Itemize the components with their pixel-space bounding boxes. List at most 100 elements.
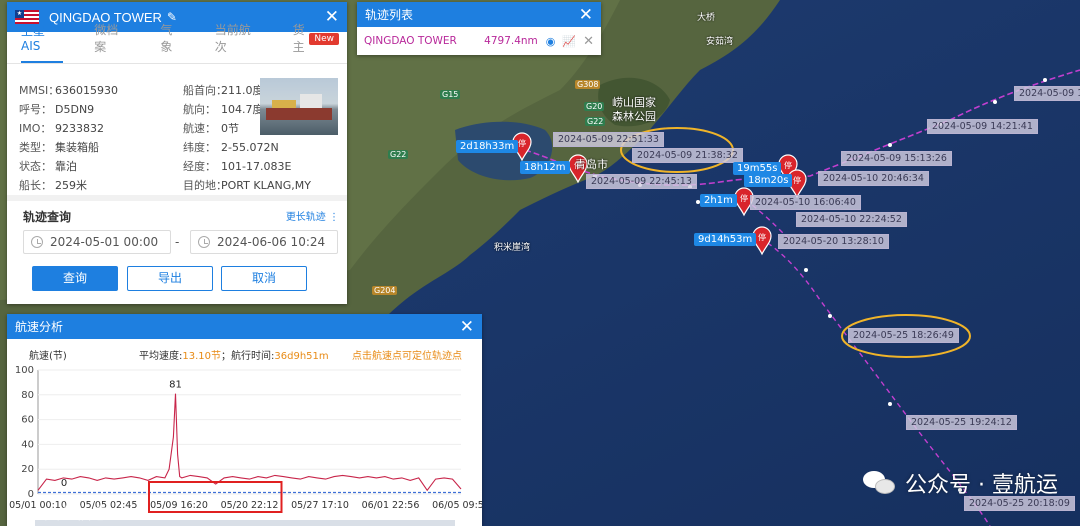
info-status: 状态： 靠泊: [19, 158, 77, 174]
track-timestamp[interactable]: 2024-05-09 13:: [1014, 86, 1080, 101]
info-longitude: 经度： 101-17.083E: [183, 158, 291, 174]
road-shield: G22: [585, 117, 606, 126]
field-value: 9233832: [55, 122, 104, 135]
peak-data-label: 81: [169, 380, 182, 391]
field-key: 航向：: [183, 103, 216, 116]
field-value: 259米: [55, 179, 87, 192]
info-callsign: 呼号： D5DN9: [19, 101, 94, 117]
tab-satellite-ais[interactable]: 卫星AIS: [21, 22, 64, 63]
export-button[interactable]: 导出: [127, 266, 213, 291]
field-value: 636015930: [55, 84, 118, 97]
svg-text:停: 停: [784, 160, 792, 170]
close-icon[interactable]: ✕: [460, 317, 474, 337]
track-timestamp[interactable]: 2024-05-10 22:24:52: [796, 212, 907, 227]
track-timestamp[interactable]: 2024-05-09 22:51:33: [553, 132, 664, 147]
track-list-item[interactable]: QINGDAO TOWER 4797.4nm ◉ 📈 ✕: [357, 27, 601, 55]
speed-summary: 平均速度:13.10节；航行时间:36d9h51m: [139, 347, 329, 362]
tab-current-voyage[interactable]: 当前航次: [215, 21, 262, 63]
track-timestamp[interactable]: 2024-05-20 13:28:10: [778, 234, 889, 249]
ship-photo[interactable]: [260, 78, 338, 135]
field-key: 经度：: [183, 160, 216, 173]
stop-duration-label[interactable]: 18h12m: [520, 161, 570, 174]
cancel-button[interactable]: 取消: [221, 266, 307, 291]
y-tick-label: 40: [21, 439, 34, 450]
stop-duration-label[interactable]: 2d18h33m: [456, 140, 519, 153]
info-heading: 船首向：211.0度: [183, 82, 264, 98]
stop-duration-label[interactable]: 2h1m: [700, 194, 737, 207]
zero-data-label: 0: [61, 478, 67, 489]
track-timestamp[interactable]: 2024-05-09 15:13:26: [841, 151, 952, 166]
track-list-title: 轨迹列表: [365, 8, 414, 22]
field-key: 类型：: [19, 141, 52, 154]
field-key: IMO：: [19, 122, 52, 135]
date-range-dash: -: [175, 235, 180, 249]
place-label: 青岛市: [575, 158, 608, 171]
remove-icon[interactable]: ✕: [583, 34, 594, 49]
longer-track-link[interactable]: 更长轨迹 ⋮: [286, 208, 339, 223]
track-timestamp[interactable]: 2024-05-09 21:38:32: [632, 148, 743, 163]
start-date-input[interactable]: 2024-05-01 00:00: [23, 230, 171, 254]
stop-duration-label[interactable]: 18m20s: [744, 174, 793, 187]
field-key: 船长：: [19, 179, 52, 192]
wechat-icon: [863, 469, 897, 497]
field-value: 0节: [221, 122, 239, 135]
info-latitude: 纬度： 2-55.072N: [183, 139, 279, 155]
svg-text:停: 停: [740, 193, 748, 203]
info-course: 航向： 104.7度: [183, 101, 264, 117]
stop-duration-label[interactable]: 9d14h53m: [694, 233, 757, 246]
end-date-input[interactable]: 2024-06-06 10:24: [190, 230, 338, 254]
track-timestamp[interactable]: 2024-05-10 16:06:40: [750, 195, 861, 210]
info-speed: 航速： 0节: [183, 120, 239, 136]
road-shield: G308: [575, 80, 601, 89]
field-value: 集装箱船: [55, 141, 99, 154]
track-timestamp[interactable]: 2024-05-25 19:24:12: [906, 415, 1017, 430]
field-key: 状态：: [19, 160, 52, 173]
x-tick-label: 05/09 16:20: [150, 500, 208, 511]
x-tick-label: 05/20 22:12: [221, 500, 279, 511]
field-key: 纬度：: [183, 141, 216, 154]
field-key: 船首向：: [183, 84, 227, 97]
new-badge: New: [309, 33, 339, 45]
section-divider: [7, 195, 347, 201]
clock-icon: [198, 236, 210, 248]
speed-axis-label: 航速(节): [29, 351, 67, 362]
info-length: 船长： 259米: [19, 177, 87, 193]
field-value: 2-55.072N: [221, 141, 279, 154]
track-timestamp[interactable]: 2024-05-10 20:46:34: [818, 171, 929, 186]
road-shield: G15: [440, 90, 461, 99]
field-value: PORT KLANG,MY: [221, 179, 311, 192]
track-timestamp[interactable]: 2024-05-09 14:21:41: [927, 119, 1038, 134]
eye-icon[interactable]: ◉: [546, 35, 556, 48]
track-distance: 4797.4nm: [484, 35, 538, 47]
ship-tabs: 卫星AIS 微档案 气象 当前航次 货主: [7, 23, 347, 64]
start-date-value: 2024-05-01 00:00: [50, 235, 159, 249]
tab-micro-archive[interactable]: 微档案: [94, 21, 129, 63]
track-timestamp[interactable]: 2024-05-25 18:26:49: [848, 328, 959, 343]
road-shield: G20: [584, 102, 605, 111]
tab-weather[interactable]: 气象: [160, 21, 183, 63]
info-destination: 目的地：PORT KLANG,MY: [183, 177, 311, 193]
close-icon[interactable]: ✕: [325, 7, 339, 27]
sail-time-label: ；航行时间:: [221, 351, 275, 362]
road-shield: G204: [372, 286, 398, 295]
track-list-header: 轨迹列表 ✕: [357, 2, 601, 27]
query-button[interactable]: 查询: [32, 266, 118, 291]
more-options-icon[interactable]: ⋮: [329, 212, 339, 223]
speed-analysis-panel: 航速分析 ✕ 航速(节) 平均速度:13.10节；航行时间:36d9h51m 点…: [7, 314, 482, 526]
y-tick-label: 20: [21, 464, 34, 475]
x-tick-label: 06/05 09:54: [432, 500, 482, 511]
watermark-text-secondary: 大鱼信息: [44, 504, 109, 523]
y-tick-label: 100: [15, 365, 34, 376]
chart-icon[interactable]: 📈: [562, 35, 576, 48]
place-label: 森林公园: [612, 110, 656, 123]
avg-speed-label: 平均速度:: [139, 351, 183, 362]
close-icon[interactable]: ✕: [579, 5, 593, 25]
y-tick-label: 80: [21, 390, 34, 401]
info-type: 类型： 集装箱船: [19, 139, 99, 155]
sail-time-value: 36d9h51m: [274, 351, 329, 362]
track-list-panel: 轨迹列表 ✕ QINGDAO TOWER 4797.4nm ◉ 📈 ✕: [357, 2, 601, 55]
wechat-watermark: 公众号 · 壹航运: [863, 467, 1058, 499]
clock-icon: [31, 236, 43, 248]
track-timestamp[interactable]: 2024-05-09 22:45:13: [586, 174, 697, 189]
place-label: 安茹湾: [706, 37, 734, 47]
